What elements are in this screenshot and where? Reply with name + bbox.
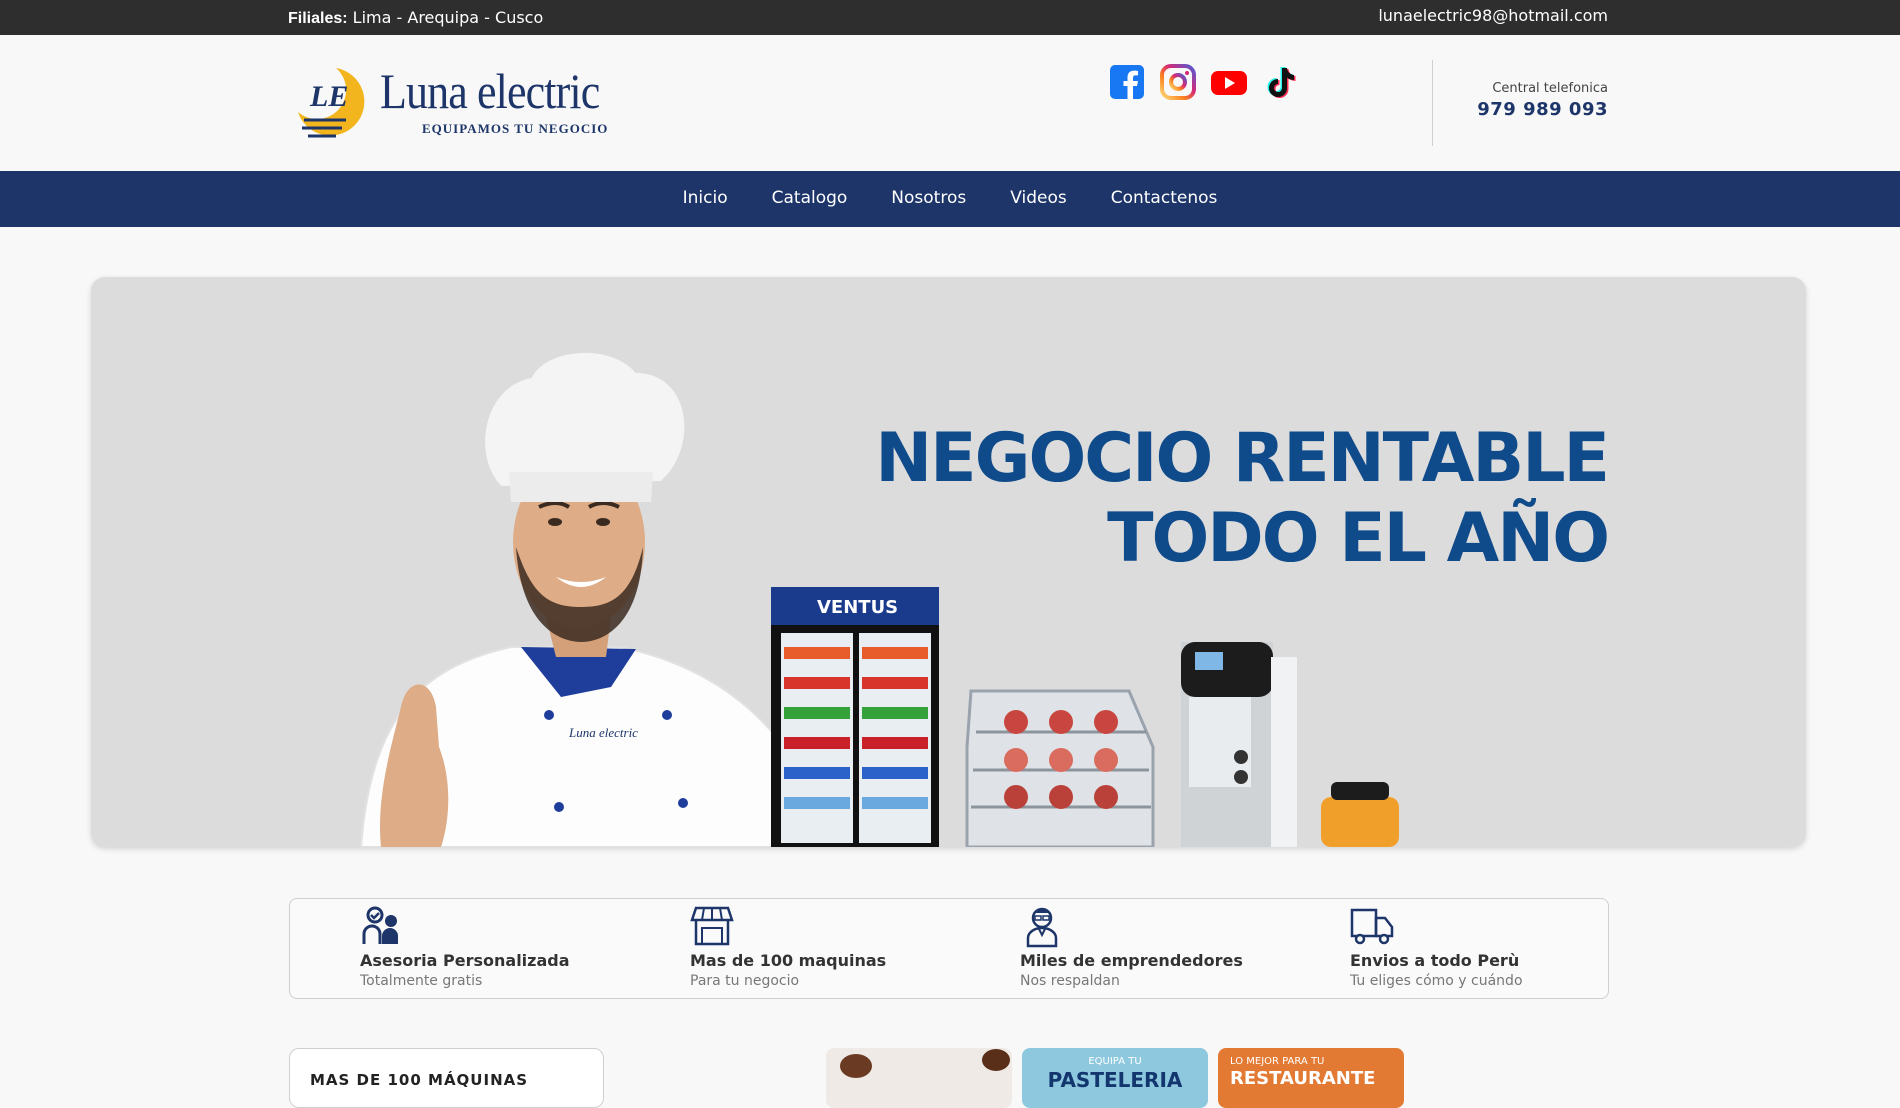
svg-text:LE: LE [309,80,348,113]
promo-tag: LO MEJOR PARA TU [1230,1056,1325,1067]
feature-subtitle: Nos respaldan [1020,973,1120,989]
fridge-brand: VENTUS [817,597,898,618]
chef-illustration: Luna electric [359,351,792,847]
social-links [1109,64,1298,100]
coffee-beans-image [840,1049,1010,1078]
nav-item-nosotros[interactable]: Nosotros [891,188,966,208]
tiktok-icon[interactable] [1262,64,1298,100]
logo-moon-icon: LE [298,68,365,138]
phone-number[interactable]: 979 989 093 [1477,99,1608,120]
header-divider [1432,60,1433,146]
truck-icon [1350,908,1394,945]
hero-headline: NEGOCIO RENTABLE TODO EL AÑO [875,419,1610,579]
main-nav: Inicio Catalogo Nosotros Videos Contacte… [0,171,1900,227]
site-header: LE Luna electric EQUIPAMOS TU NEGOCIO Ce… [0,35,1900,171]
brand-logo[interactable]: LE Luna electric EQUIPAMOS TU NEGOCIO [292,62,607,142]
store-icon [690,906,734,946]
instagram-icon[interactable] [1160,64,1196,100]
feature-asesoria: Asesoria Personalizada Totalmente gratis [360,899,660,999]
feature-subtitle: Totalmente gratis [360,973,483,989]
feature-title: Mas de 100 maquinas [690,951,887,970]
feature-envios: Envios a todo Perù Tu eliges cómo y cuán… [1350,899,1650,999]
nav-item-catalogo[interactable]: Catalogo [772,188,848,208]
filiales-info: Filiales: Lima - Arequipa - Cusco [288,8,543,28]
top-bar: Filiales: Lima - Arequipa - Cusco lunael… [0,0,1900,35]
feature-title: Asesoria Personalizada [360,951,570,970]
promo-card-pasteleria[interactable]: EQUIPA TU PASTELERIA [1022,1048,1208,1108]
fridge-illustration: VENTUS [771,587,939,847]
nav-item-contactenos[interactable]: Contactenos [1111,188,1218,208]
filiales-cities: Lima - Arequipa - Cusco [352,8,544,27]
entrepreneur-icon [1026,907,1058,948]
machines-card-title: MAS DE 100 MÁQUINAS [310,1071,529,1089]
ice-cream-machine-illustration [1181,642,1297,847]
feature-emprendedores: Miles de emprendedores Nos respaldan [1020,899,1320,999]
promo-title: PASTELERIA [1047,1068,1183,1092]
filiales-label: Filiales: [288,10,348,27]
contact-email-link[interactable]: lunaelectric98@hotmail.com [1378,6,1608,25]
juice-dispenser-illustration [1321,782,1399,847]
display-case-illustration [965,689,1155,847]
advisor-icon [362,906,398,944]
nav-item-videos[interactable]: Videos [1010,188,1067,208]
promo-tag: EQUIPA TU [1088,1056,1142,1067]
feature-subtitle: Tu eliges cómo y cuándo [1350,973,1523,989]
youtube-icon[interactable] [1211,64,1247,100]
hero-headline-line2: TODO EL AÑO [1107,499,1610,578]
machines-card[interactable]: MAS DE 100 MÁQUINAS [289,1048,604,1108]
hero-banner[interactable]: Luna electric VENTUS NEGOCIO RENTABLE TO… [91,277,1806,847]
logo-wordmark: Luna electric [380,63,600,119]
feature-title: Miles de emprendedores [1020,951,1243,970]
feature-maquinas: Mas de 100 maquinas Para tu negocio [690,899,990,999]
uniform-logo: Luna electric [568,725,638,740]
facebook-icon[interactable] [1109,64,1145,100]
promo-title: RESTAURANTE [1230,1068,1376,1089]
feature-title: Envios a todo Perù [1350,951,1520,970]
hero-headline-line1: NEGOCIO RENTABLE [875,419,1610,498]
nav-item-inicio[interactable]: Inicio [683,188,728,208]
logo-tagline: EQUIPAMOS TU NEGOCIO [422,121,609,136]
feature-subtitle: Para tu negocio [690,973,800,989]
promo-card-coffee[interactable] [826,1048,1012,1108]
promo-card-restaurante[interactable]: LO MEJOR PARA TU RESTAURANTE [1218,1048,1404,1108]
features-strip: Asesoria Personalizada Totalmente gratis… [289,898,1609,999]
phone-label: Central telefonica [1492,81,1608,96]
